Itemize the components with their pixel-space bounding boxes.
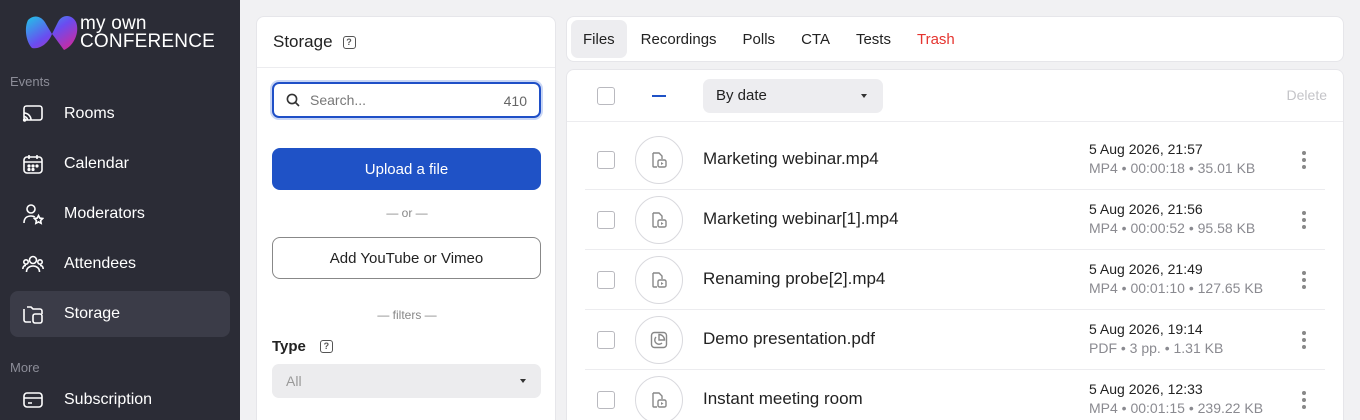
section-more: More — [10, 360, 40, 375]
file-meta: MP4 • 00:01:15 • 239.22 KB — [1089, 400, 1264, 416]
files-panel: By date Delete Marketing webinar.mp4 5 Au… — [566, 69, 1344, 420]
sidebar-item-label: Subscription — [64, 391, 153, 408]
content-tabs: Files Recordings Polls CTA Tests Trash — [566, 16, 1344, 62]
file-row[interactable]: Demo presentation.pdf 5 Aug 2026, 19:14 PD… — [585, 310, 1325, 370]
logo-icon — [25, 16, 78, 50]
file-name[interactable]: Demo presentation.pdf — [703, 329, 875, 349]
tab-cta[interactable]: CTA — [789, 20, 842, 58]
file-row[interactable]: Renaming probe[2].mp4 5 Aug 2026, 21:49 MP… — [585, 250, 1325, 310]
logo-line-2: CONFERENCE — [80, 31, 216, 52]
sidebar-item-attendees[interactable]: Attendees — [10, 241, 230, 287]
tab-recordings[interactable]: Recordings — [629, 20, 729, 58]
search-input[interactable] — [310, 90, 490, 110]
sidebar-item-label: Rooms — [64, 105, 115, 122]
or-separator: — or — — [386, 206, 428, 220]
file-meta: MP4 • 00:00:18 • 35.01 KB — [1089, 160, 1256, 176]
sidebar-item-label: Storage — [64, 305, 121, 322]
file-meta: MP4 • 00:01:10 • 127.65 KB — [1089, 280, 1264, 296]
video-file-icon — [635, 256, 683, 304]
storage-title: Storage — [273, 32, 333, 51]
upload-button[interactable]: Upload a file — [272, 148, 541, 190]
file-name[interactable]: Renaming probe[2].mp4 — [703, 269, 885, 289]
file-date: 5 Aug 2026, 21:49 — [1089, 261, 1203, 277]
file-row[interactable]: Marketing webinar.mp4 5 Aug 2026, 21:57 MP… — [585, 130, 1325, 190]
row-checkbox[interactable] — [597, 151, 615, 169]
file-meta: MP4 • 00:00:52 • 95.58 KB — [1089, 220, 1256, 236]
files-count: 410 — [503, 93, 527, 109]
presentation-file-icon — [635, 316, 683, 364]
search-icon — [286, 93, 300, 107]
files-toolbar: By date Delete — [567, 70, 1343, 122]
chevron-down-icon — [861, 94, 867, 98]
type-filter-label: Type ? — [272, 338, 333, 355]
sidebar-item-label: Calendar — [64, 155, 129, 172]
sidebar-item-storage[interactable]: Storage — [10, 291, 230, 337]
more-options-icon[interactable] — [1299, 390, 1309, 410]
cast-icon — [22, 105, 43, 122]
select-all-checkbox[interactable] — [597, 87, 615, 105]
more-options-icon[interactable] — [1299, 210, 1309, 230]
file-name[interactable]: Marketing webinar.mp4 — [703, 149, 879, 169]
file-date: 5 Aug 2026, 21:56 — [1089, 201, 1203, 217]
filters-separator: — filters — — [377, 308, 437, 322]
type-label: Type — [272, 338, 306, 355]
chevron-down-icon — [520, 379, 526, 383]
file-date: 5 Aug 2026, 19:14 — [1089, 321, 1203, 337]
file-row[interactable]: Marketing webinar[1].mp4 5 Aug 2026, 21:5… — [585, 190, 1325, 250]
calendar-icon — [23, 155, 43, 174]
storage-panel: Storage ? 410 Upload a file — or — Add Y… — [256, 16, 556, 420]
sidebar-item-calendar[interactable]: Calendar — [10, 141, 230, 187]
row-checkbox[interactable] — [597, 391, 615, 409]
tab-tests[interactable]: Tests — [844, 20, 903, 58]
sidebar-item-rooms[interactable]: Rooms — [10, 91, 230, 137]
more-options-icon[interactable] — [1299, 270, 1309, 290]
sidebar-item-label: Attendees — [64, 255, 137, 272]
row-checkbox[interactable] — [597, 271, 615, 289]
sort-select[interactable]: By date — [703, 79, 883, 113]
section-events: Events — [10, 74, 50, 89]
sidebar-item-subscription[interactable]: Subscription — [10, 377, 230, 420]
tab-files[interactable]: Files — [571, 20, 627, 58]
help-icon[interactable]: ? — [342, 35, 356, 49]
file-name[interactable]: Marketing webinar[1].mp4 — [703, 209, 899, 229]
search-box[interactable]: 410 — [272, 82, 541, 118]
delete-button[interactable]: Delete — [1287, 87, 1327, 103]
type-filter-value: All — [286, 373, 302, 389]
video-file-icon — [635, 196, 683, 244]
more-options-icon[interactable] — [1299, 150, 1309, 170]
file-meta: PDF • 3 pp. • 1.31 KB — [1089, 340, 1224, 356]
tab-trash[interactable]: Trash — [905, 20, 967, 58]
logo-text: my own CONFERENCE — [80, 14, 216, 52]
sidebar-item-label: Moderators — [64, 205, 145, 222]
video-file-icon — [635, 136, 683, 184]
file-row[interactable]: Instant meeting room 5 Aug 2026, 12:33 MP4… — [585, 370, 1325, 420]
tab-polls[interactable]: Polls — [731, 20, 788, 58]
logo[interactable]: my own CONFERENCE — [24, 12, 224, 56]
moderator-icon — [23, 204, 44, 225]
row-checkbox[interactable] — [597, 211, 615, 229]
type-filter-select[interactable]: All — [272, 364, 541, 398]
more-options-icon[interactable] — [1299, 330, 1309, 350]
add-youtube-vimeo-button[interactable]: Add YouTube or Vimeo — [272, 237, 541, 279]
sort-value: By date — [716, 87, 767, 104]
file-name[interactable]: Instant meeting room — [703, 389, 863, 409]
deselect-indicator[interactable] — [652, 95, 666, 97]
video-file-icon — [635, 376, 683, 420]
file-date: 5 Aug 2026, 21:57 — [1089, 141, 1203, 157]
storage-header: Storage ? — [257, 17, 555, 68]
row-checkbox[interactable] — [597, 331, 615, 349]
sidebar-item-moderators[interactable]: Moderators — [10, 191, 230, 237]
file-date: 5 Aug 2026, 12:33 — [1089, 381, 1203, 397]
folder-icon — [23, 306, 43, 324]
sidebar: my own CONFERENCE Events Rooms Calendar … — [0, 0, 240, 420]
card-icon — [23, 392, 43, 408]
attendees-icon — [22, 255, 44, 273]
help-icon[interactable]: ? — [319, 340, 333, 353]
